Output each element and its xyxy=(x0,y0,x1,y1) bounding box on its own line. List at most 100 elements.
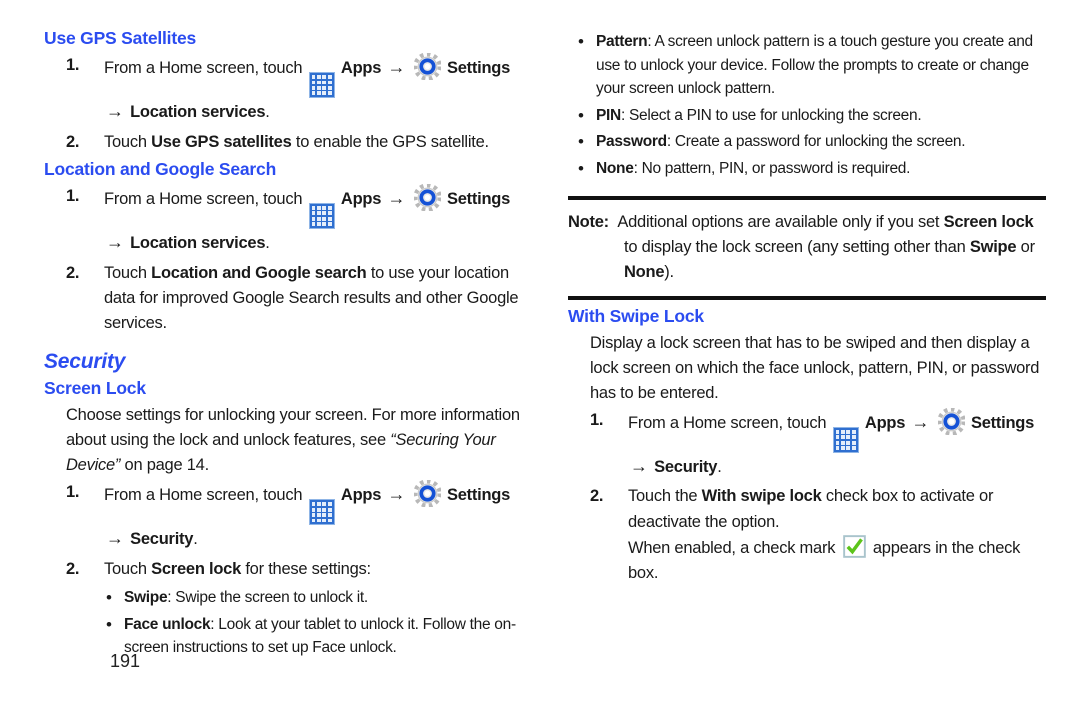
steps-location-google-search: 1. From a Home screen, touch Apps → Sett… xyxy=(44,183,522,337)
settings-label: Settings xyxy=(446,486,511,505)
settings-gear-icon xyxy=(413,480,441,508)
list-item: None: No pattern, PIN, or password is re… xyxy=(568,156,1046,181)
step-continuation: → Location services. xyxy=(104,98,522,126)
heading-location-and-google-search: Location and Google Search xyxy=(44,158,277,179)
step-text-bold: With swipe lock xyxy=(701,487,822,506)
arrow-icon: → xyxy=(387,187,406,208)
step-text-pre: Touch the xyxy=(628,487,702,506)
bullets-screen-lock-settings: Swipe: Swipe the screen to unlock it. Fa… xyxy=(44,585,522,660)
step-number: 1. xyxy=(590,410,604,429)
step-number: 1. xyxy=(66,56,80,74)
heading-use-gps-satellites: Use GPS Satellites xyxy=(44,28,197,48)
bullet-term: None xyxy=(596,159,634,177)
step-text-pre: From a Home screen, touch xyxy=(104,59,307,77)
bullet-text: : No pattern, PIN, or password is requir… xyxy=(633,159,911,177)
bullet-text: : Create a password for unlocking the sc… xyxy=(666,133,966,151)
step-text-pre: From a Home screen, touch xyxy=(628,413,831,432)
arrow-icon: → xyxy=(106,528,124,549)
steps-screen-lock: 1. From a Home screen, touch Apps → Sett… xyxy=(44,480,522,582)
step-item: 2. Touch Screen lock for these settings: xyxy=(44,557,522,582)
bullet-text: : Select a PIN to use for unlocking the … xyxy=(620,106,922,124)
arrow-icon: → xyxy=(106,232,124,253)
apps-grid-icon xyxy=(308,499,335,526)
green-check-icon xyxy=(842,535,866,558)
step-text-pre: Touch xyxy=(104,132,152,151)
arrow-icon: → xyxy=(911,411,930,432)
heading-with-swipe-lock: With Swipe Lock xyxy=(568,305,704,326)
screen-lock-intro: Choose settings for unlocking your scree… xyxy=(44,403,522,478)
step-continuation-bold: Location services xyxy=(130,234,266,253)
step-continuation-bold: Security xyxy=(654,457,718,476)
note-bold2: Swipe xyxy=(969,238,1017,257)
bullet-term: Face unlock xyxy=(124,615,211,633)
bullet-text: : Swipe the screen to unlock it. xyxy=(167,589,368,607)
step-number: 2. xyxy=(66,263,80,282)
step-text-pre: From a Home screen, touch xyxy=(104,189,307,208)
step-number: 1. xyxy=(66,186,80,205)
right-column: Pattern: A screen unlock pattern is a to… xyxy=(568,28,1046,720)
note-body: Note: Additional options are available o… xyxy=(568,200,1046,295)
step-item: 1. From a Home screen, touch Apps → Sett… xyxy=(44,183,522,257)
step-item: 2. Touch the With swipe lock check box t… xyxy=(568,484,1046,586)
heading-screen-lock: Screen Lock xyxy=(44,378,146,399)
manual-page: Use GPS Satellites 1. From a Home screen… xyxy=(0,0,1080,720)
note-bold1: Screen lock xyxy=(943,213,1034,232)
step-text-post: for these settings: xyxy=(241,559,371,578)
step-continuation: → Security. xyxy=(104,525,522,553)
screen-lock-intro-part2: on page 14. xyxy=(120,456,210,475)
apps-grid-icon xyxy=(308,203,335,230)
step-continuation-bold: Security xyxy=(130,530,194,549)
step-item: 2. Touch Location and Google search to u… xyxy=(44,261,522,337)
settings-label: Settings xyxy=(446,189,511,208)
settings-gear-icon xyxy=(413,183,441,211)
heading-security: Security xyxy=(44,350,126,374)
apps-label: Apps xyxy=(340,189,382,208)
bullet-term: Password xyxy=(596,133,667,151)
list-item: Password: Create a password for unlockin… xyxy=(568,129,1046,154)
steps-with-swipe-lock: 1. From a Home screen, touch Apps → Sett… xyxy=(568,407,1046,587)
list-item: PIN: Select a PIN to use for unlocking t… xyxy=(568,103,1046,128)
step-continuation-tail: . xyxy=(193,530,198,549)
step-continuation-tail: . xyxy=(265,234,270,253)
step-continuation-bold: Location services xyxy=(130,103,266,122)
step-item: 2. Touch Use GPS satellites to enable th… xyxy=(44,130,522,155)
bullet-term: Pattern xyxy=(596,33,648,50)
arrow-icon: → xyxy=(387,484,406,505)
note-block: Note: Additional options are available o… xyxy=(568,196,1046,300)
note-part4: ). xyxy=(664,262,674,281)
step-number: 2. xyxy=(66,132,80,151)
step-text-bold: Screen lock xyxy=(151,559,242,578)
list-item: Swipe: Swipe the screen to unlock it. xyxy=(44,585,522,610)
note-part3: or xyxy=(1016,238,1035,257)
step-continuation: → Location services. xyxy=(104,229,522,257)
settings-label: Settings xyxy=(970,413,1035,432)
apps-grid-icon xyxy=(308,72,335,99)
check-note-pre: When enabled, a check mark xyxy=(628,538,840,557)
step-text-bold: Use GPS satellites xyxy=(151,132,292,151)
step-text-pre: From a Home screen, touch xyxy=(104,486,307,505)
step-text-post: to enable the GPS satellite. xyxy=(291,132,489,151)
arrow-icon: → xyxy=(630,455,648,476)
step-number: 1. xyxy=(66,483,80,502)
step-continuation: → Security. xyxy=(628,453,1046,481)
settings-gear-icon xyxy=(937,407,965,435)
note-label: Note: xyxy=(568,213,609,232)
left-column: Use GPS Satellites 1. From a Home screen… xyxy=(44,28,522,720)
step-number: 2. xyxy=(66,559,80,578)
bullet-text: : A screen unlock pattern is a touch ges… xyxy=(596,33,1033,98)
step-item: 1. From a Home screen, touch Apps → Sett… xyxy=(44,480,522,553)
note-part2: to display the lock screen (any setting … xyxy=(624,238,970,257)
check-mark-note: When enabled, a check mark appears in th… xyxy=(628,535,1046,586)
apps-label: Apps xyxy=(340,486,382,505)
step-continuation-tail: . xyxy=(265,103,270,122)
apps-label: Apps xyxy=(340,59,382,77)
apps-label: Apps xyxy=(864,413,906,432)
step-text-pre: Touch xyxy=(104,263,152,282)
step-text-pre: Touch xyxy=(104,559,152,578)
page-number: 191 xyxy=(110,651,141,671)
step-text-bold: Location and Google search xyxy=(151,263,367,282)
apps-grid-icon xyxy=(832,426,859,453)
settings-gear-icon xyxy=(413,53,441,80)
arrow-icon: → xyxy=(106,101,124,122)
settings-label: Settings xyxy=(446,59,511,77)
